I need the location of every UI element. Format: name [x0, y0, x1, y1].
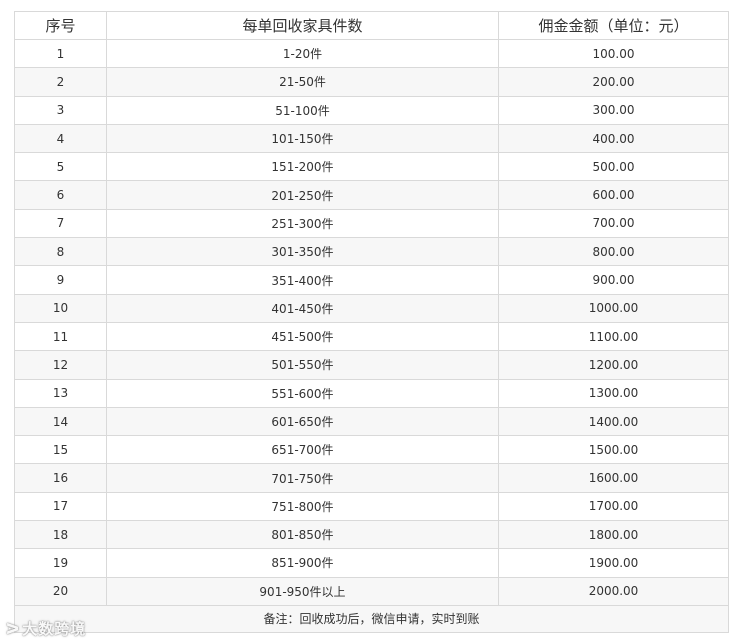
cell-item-count: 651-700件: [106, 435, 499, 465]
cell-index: 13: [14, 378, 107, 408]
table-row: 11 451-500件 1100.00: [14, 321, 729, 352]
table-row: 12 501-550件 1200.00: [14, 350, 729, 380]
cell-commission: 1000.00: [498, 293, 729, 323]
table-row: 9 351-400件 900.00: [14, 265, 729, 295]
cell-item-count: 151-200件: [106, 152, 499, 182]
cell-index: 4: [14, 123, 107, 154]
table-row: 4 101-150件 400.00: [14, 123, 729, 154]
cell-item-count: 551-600件: [106, 378, 499, 408]
cell-index: 10: [14, 293, 107, 323]
cell-item-count: 851-900件: [106, 548, 499, 578]
cell-index: 5: [14, 152, 107, 182]
cell-index: 15: [14, 435, 107, 465]
table-row: 13 551-600件 1300.00: [14, 378, 729, 408]
cell-index: 20: [14, 576, 107, 606]
cell-index: 3: [14, 95, 107, 125]
header-commission: 佣金金额（单位：元）: [498, 11, 729, 40]
cell-index: 18: [14, 520, 107, 550]
cell-commission: 1400.00: [498, 406, 729, 437]
cell-item-count: 501-550件: [106, 350, 499, 380]
cell-commission: 1600.00: [498, 463, 729, 493]
cell-commission: 700.00: [498, 208, 729, 239]
cell-commission: 1100.00: [498, 321, 729, 352]
cell-item-count: 301-350件: [106, 237, 499, 267]
table-row: 5 151-200件 500.00: [14, 152, 729, 182]
cell-item-count: 601-650件: [106, 406, 499, 437]
cell-commission: 400.00: [498, 123, 729, 154]
table-row: 8 301-350件 800.00: [14, 237, 729, 267]
cell-commission: 1300.00: [498, 378, 729, 408]
table-row: 18 801-850件 1800.00: [14, 520, 729, 550]
cell-index: 8: [14, 237, 107, 267]
table-row: 3 51-100件 300.00: [14, 95, 729, 125]
cell-index: 2: [14, 67, 107, 97]
cell-item-count: 51-100件: [106, 95, 499, 125]
cell-commission: 1200.00: [498, 350, 729, 380]
cell-item-count: 351-400件: [106, 265, 499, 295]
cell-index: 12: [14, 350, 107, 380]
table-header: 序号 每单回收家具件数 佣金金额（单位：元）: [14, 11, 729, 40]
cell-commission: 100.00: [498, 38, 729, 69]
cell-index: 16: [14, 463, 107, 493]
commission-table-container: 序号 每单回收家具件数 佣金金额（单位：元） 1 1-20件 100.00 2 21-5…: [14, 11, 729, 633]
table-body: 1 1-20件 100.00 2 21-50件 200.00 3 51-100件 300.00 4…: [14, 38, 729, 606]
cell-item-count: 101-150件: [106, 123, 499, 154]
cell-item-count: 801-850件: [106, 520, 499, 550]
cell-commission: 900.00: [498, 265, 729, 295]
cell-item-count: 401-450件: [106, 293, 499, 323]
cell-index: 17: [14, 491, 107, 522]
table-row: 19 851-900件 1900.00: [14, 548, 729, 578]
cell-commission: 1900.00: [498, 548, 729, 578]
cell-index: 14: [14, 406, 107, 437]
cell-index: 19: [14, 548, 107, 578]
cell-commission: 300.00: [498, 95, 729, 125]
brand-logo-icon: ᐷ: [6, 620, 21, 638]
cell-commission: 2000.00: [498, 576, 729, 606]
watermark-text: 大数跨境: [22, 620, 87, 638]
watermark: ᐷ 大数跨境: [6, 618, 86, 639]
table-row: 1 1-20件 100.00: [14, 38, 729, 69]
cell-item-count: 701-750件: [106, 463, 499, 493]
cell-commission: 500.00: [498, 152, 729, 182]
cell-index: 6: [14, 180, 107, 210]
footnote-row: 备注：回收成功后，微信申请，实时到账: [14, 604, 729, 633]
table-row: 16 701-750件 1600.00: [14, 463, 729, 493]
cell-item-count: 1-20件: [106, 38, 499, 69]
table-row: 14 601-650件 1400.00: [14, 406, 729, 437]
header-item-count: 每单回收家具件数: [106, 11, 499, 40]
cell-item-count: 751-800件: [106, 491, 499, 522]
cell-index: 11: [14, 321, 107, 352]
table-row: 15 651-700件 1500.00: [14, 435, 729, 465]
table-row: 20 901-950件以上 2000.00: [14, 576, 729, 606]
header-row: 序号 每单回收家具件数 佣金金额（单位：元）: [14, 11, 729, 40]
cell-commission: 1700.00: [498, 491, 729, 522]
cell-commission: 1800.00: [498, 520, 729, 550]
cell-index: 9: [14, 265, 107, 295]
cell-index: 7: [14, 208, 107, 239]
cell-item-count: 201-250件: [106, 180, 499, 210]
table-row: 10 401-450件 1000.00: [14, 293, 729, 323]
table-row: 6 201-250件 600.00: [14, 180, 729, 210]
table-row: 17 751-800件 1700.00: [14, 491, 729, 522]
table-footer: 备注：回收成功后，微信申请，实时到账: [14, 604, 729, 633]
cell-index: 1: [14, 38, 107, 69]
cell-item-count: 251-300件: [106, 208, 499, 239]
cell-commission: 200.00: [498, 67, 729, 97]
footnote: 备注：回收成功后，微信申请，实时到账: [14, 604, 729, 633]
cell-commission: 800.00: [498, 237, 729, 267]
cell-commission: 600.00: [498, 180, 729, 210]
cell-item-count: 901-950件以上: [106, 576, 499, 606]
table-row: 2 21-50件 200.00: [14, 67, 729, 97]
cell-commission: 1500.00: [498, 435, 729, 465]
cell-item-count: 451-500件: [106, 321, 499, 352]
commission-table: 序号 每单回收家具件数 佣金金额（单位：元） 1 1-20件 100.00 2 21-5…: [14, 11, 729, 633]
header-index: 序号: [14, 11, 107, 40]
table-row: 7 251-300件 700.00: [14, 208, 729, 239]
cell-item-count: 21-50件: [106, 67, 499, 97]
